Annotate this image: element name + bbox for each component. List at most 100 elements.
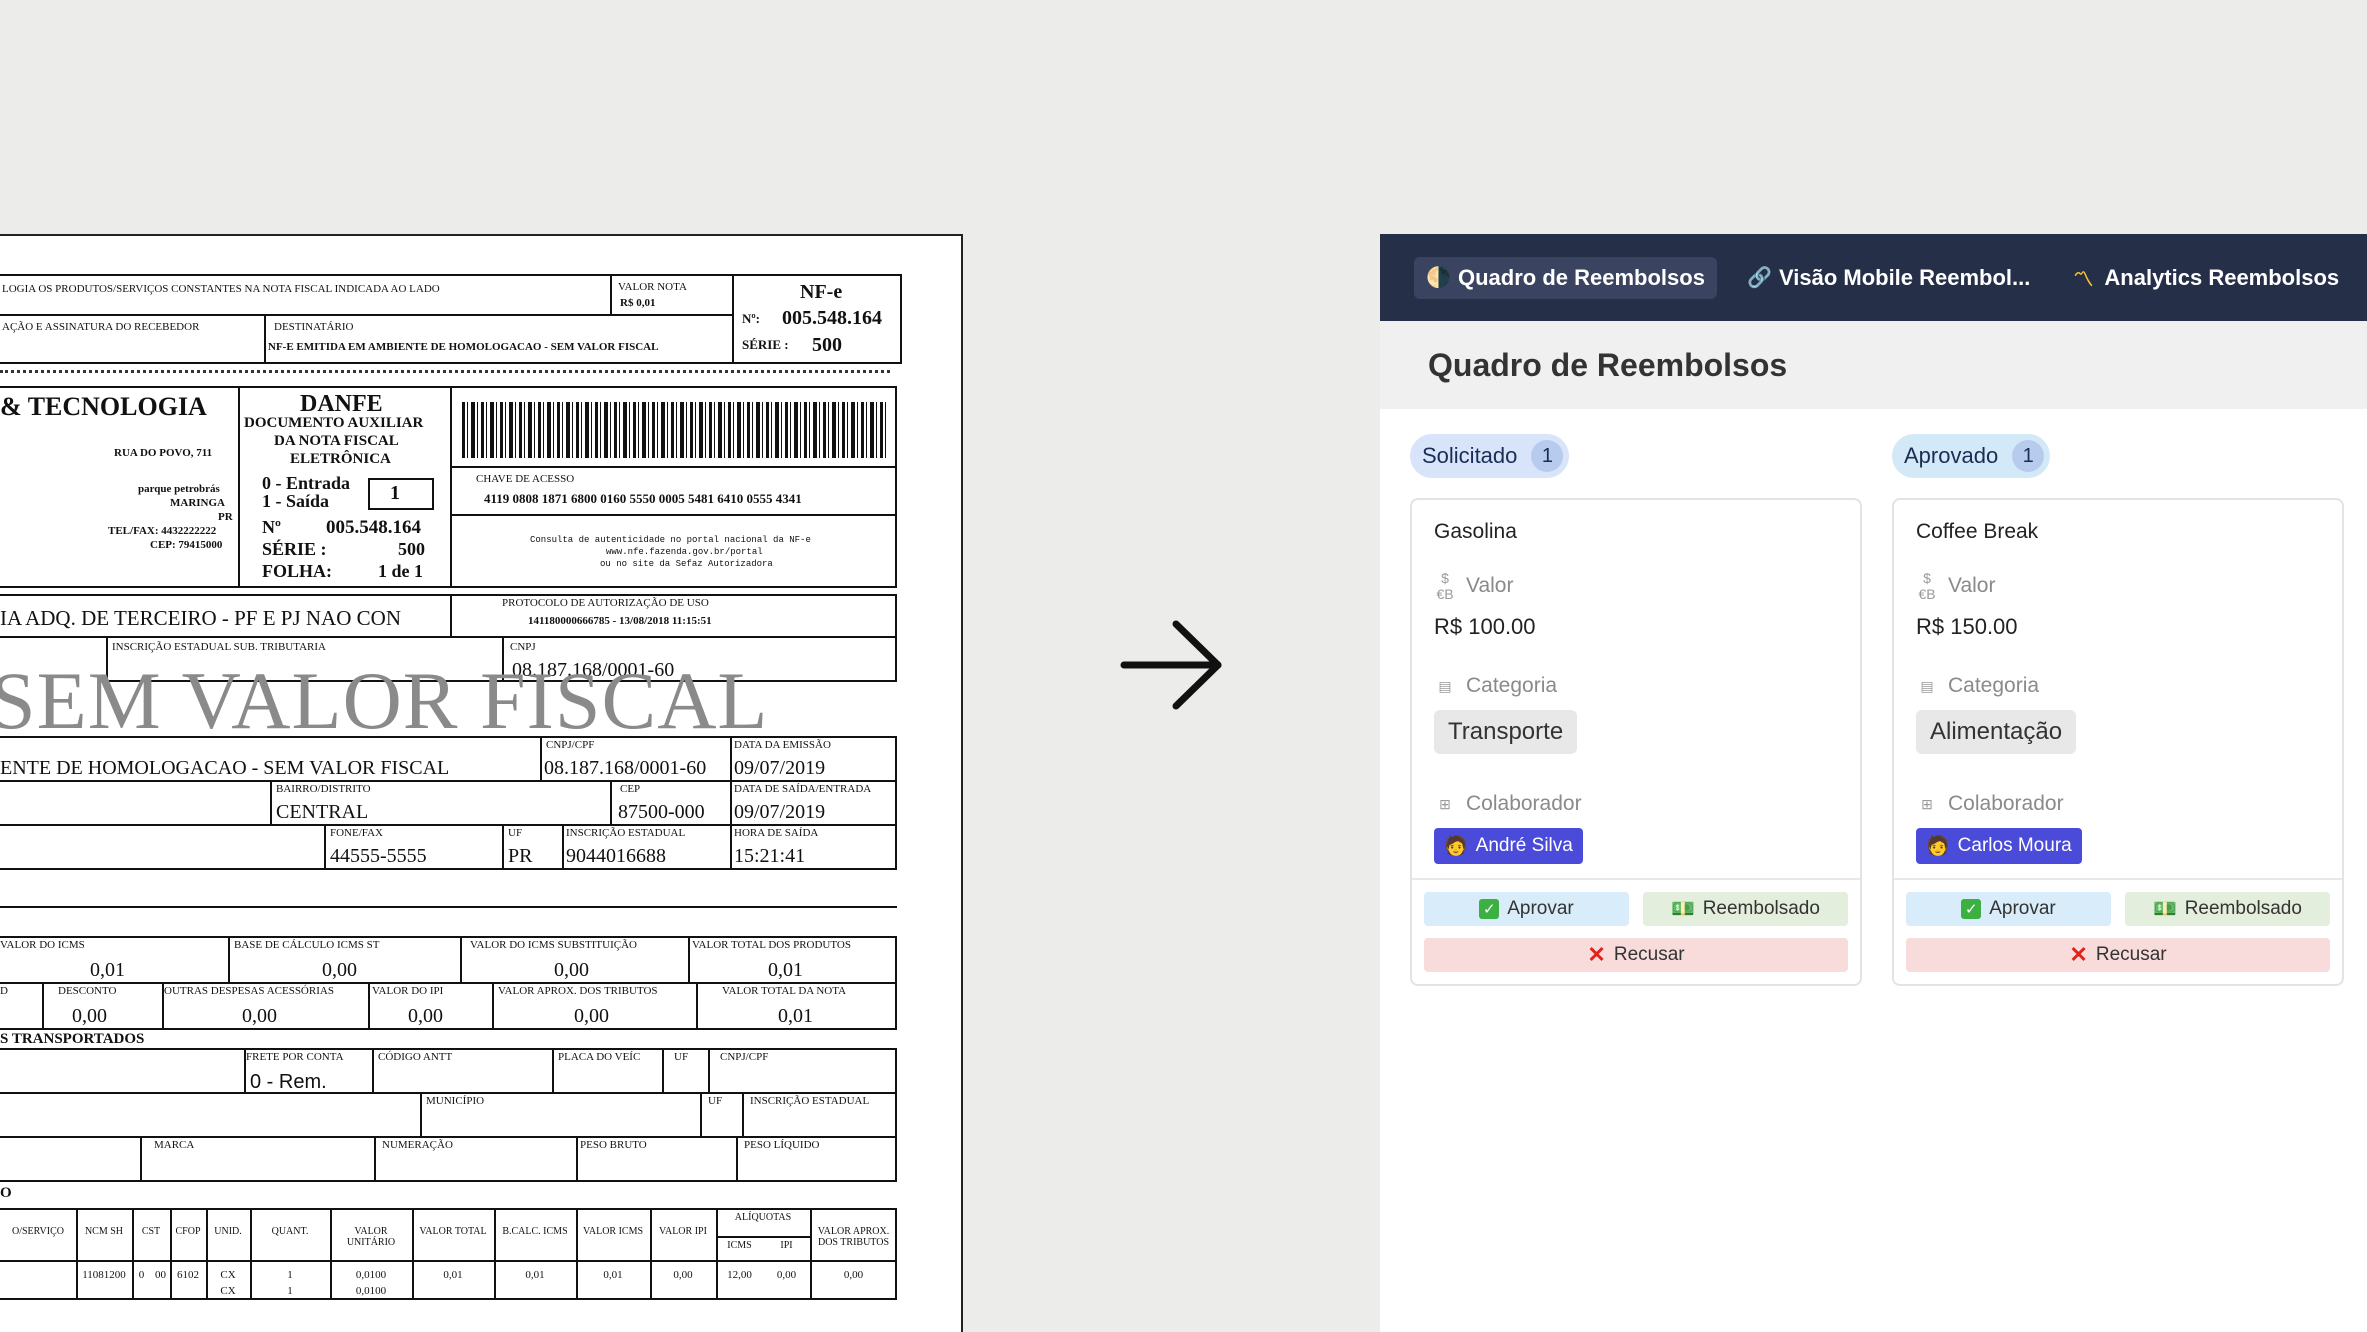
- card-actions: ✓ Aprovar 💵 Reembolsado ✕ Recusar: [1894, 878, 2342, 984]
- outras-value: 0,00: [242, 1005, 277, 1027]
- refunded-button[interactable]: 💵 Reembolsado: [2125, 892, 2330, 926]
- items-col-divider: [412, 1208, 414, 1300]
- items-col-divider: [576, 1208, 578, 1300]
- dest-uf-value: PR: [508, 845, 533, 867]
- money-icon: 💵: [2153, 899, 2177, 920]
- reject-button[interactable]: ✕ Recusar: [1424, 938, 1848, 972]
- total-prod-value: 0,01: [768, 959, 803, 981]
- category-tag[interactable]: Alimentação: [1916, 710, 2077, 754]
- danfe-saida: 1 - Saída: [262, 491, 330, 511]
- items-header-cell: B.CALC. ICMS: [502, 1226, 568, 1237]
- valor-nota-value: R$ 0,01: [620, 297, 656, 309]
- consulta-line3: ou no site da Sefaz Autorizadora: [600, 559, 773, 569]
- transp-name-box: [0, 1048, 246, 1094]
- nfe-serie-value: 500: [812, 334, 842, 356]
- person-chip[interactable]: 🧑 André Silva: [1434, 828, 1583, 864]
- items-col-divider: [132, 1208, 134, 1300]
- dest-cep-label: CEP: [620, 783, 641, 795]
- card-title: Coffee Break: [1916, 520, 2039, 543]
- valor-label: Valor: [1466, 574, 1514, 597]
- danfe-folha-label: FOLHA:: [262, 561, 332, 581]
- aprox-label: VALOR APROX. DOS TRIBUTOS: [498, 985, 658, 997]
- danfe-line2: DA NOTA FISCAL: [274, 433, 399, 449]
- card-gasolina[interactable]: Gasolina $€B Valor R$ 100.00 ▤ Categoria…: [1410, 498, 1862, 986]
- items-col-divider: [650, 1208, 652, 1300]
- tab-bar: 🌗 Quadro de Reembolsos 🔗 Visão Mobile Re…: [1380, 234, 2367, 321]
- status-group-aprovado[interactable]: Aprovado 1: [1892, 434, 2051, 478]
- tab-quadro-reembolsos[interactable]: 🌗 Quadro de Reembolsos: [1414, 256, 1717, 299]
- danfe-tipo: 1: [390, 482, 400, 504]
- aliquota-subheader: IPI: [763, 1236, 810, 1251]
- dest-hora-label: HORA DE SAÍDA: [734, 827, 819, 839]
- consulta-line1: Consulta de autenticidade no portal naci…: [530, 535, 811, 545]
- watermark: SEM VALOR FISCAL: [0, 655, 769, 746]
- items-cell: 0,00: [776, 1269, 797, 1281]
- reject-button[interactable]: ✕ Recusar: [1906, 938, 2330, 972]
- person-chip[interactable]: 🧑 Carlos Moura: [1916, 828, 2082, 864]
- base-st-label: BASE DE CÁLCULO ICMS ST: [234, 939, 380, 951]
- numeracao-label: NUMERAÇÃO: [382, 1139, 453, 1151]
- items-col-divider: [170, 1208, 172, 1300]
- check-icon: ✓: [1479, 899, 1500, 919]
- total-prod-label: VALOR TOTAL DOS PRODUTOS: [692, 939, 851, 951]
- items-header-cell: CFOP: [175, 1226, 201, 1237]
- status-group-solicitado[interactable]: Solicitado 1: [1410, 434, 1570, 478]
- page-header: Quadro de Reembolsos: [1380, 321, 2367, 409]
- tab-label: Quadro de Reembolsos: [1458, 264, 1705, 290]
- items-cell: 12,00: [727, 1269, 752, 1281]
- destinatario-value: NF-E EMITIDA EM AMBIENTE DE HOMOLOGACAO …: [268, 341, 659, 353]
- consulta-line2: www.nfe.fazenda.gov.br/portal: [606, 547, 763, 557]
- check-icon: ✓: [1961, 899, 1982, 919]
- approve-label: Aprovar: [1989, 898, 2056, 919]
- refunded-button[interactable]: 💵 Reembolsado: [1643, 892, 1848, 926]
- tab-analytics[interactable]: 〽 Analytics Reembolsos: [2060, 255, 2351, 300]
- destinatario-label: DESTINATÁRIO: [274, 321, 354, 333]
- valor-value: R$ 150.00: [1916, 614, 2018, 639]
- status-label: Solicitado: [1422, 443, 1518, 468]
- items-header-cell: VALOR ICMS: [582, 1226, 644, 1237]
- reject-label: Recusar: [1613, 944, 1685, 965]
- icms-st-label: VALOR DO ICMS SUBSTITUIÇÃO: [470, 939, 637, 951]
- items-header-cell: VALOR TOTAL: [419, 1226, 487, 1237]
- relation-icon: ⊞: [1439, 795, 1451, 812]
- category-tag[interactable]: Transporte: [1434, 710, 1578, 754]
- card-coffee-break[interactable]: Coffee Break $€B Valor R$ 150.00 ▤ Categ…: [1892, 498, 2344, 986]
- colaborador-label: Colaborador: [1948, 792, 2064, 815]
- frete-label: FRETE POR CONTA: [246, 1051, 344, 1063]
- emitente-district: parque petrobrás: [138, 483, 220, 495]
- divider: [0, 906, 897, 908]
- items-cell: 0,01: [525, 1269, 545, 1281]
- approve-button[interactable]: ✓ Aprovar: [1906, 892, 2111, 926]
- emitente-state: PR: [218, 511, 233, 523]
- nfe-no-value: 005.548.164: [782, 307, 882, 329]
- moon-icon: 🌗: [1426, 267, 1451, 289]
- chave-value: 4119 0808 1871 6800 0160 5550 0005 5481 …: [484, 491, 802, 506]
- items-header-cell: VALOR APROX. DOS TRIBUTOS: [817, 1226, 890, 1248]
- currency-icon: $€B: [1918, 570, 1936, 602]
- items-cell: 0,00: [843, 1269, 864, 1281]
- qtd-box: [0, 1136, 142, 1182]
- person-name: André Silva: [1475, 835, 1573, 856]
- total-nota-value: 0,01: [778, 1005, 813, 1027]
- antt-label: CÓDIGO ANTT: [378, 1051, 453, 1063]
- items-header-cell: VALOR UNITÁRIO: [346, 1226, 396, 1248]
- emitente-phone: TEL/FAX: 4432222222: [108, 525, 217, 537]
- natureza-value: IA ADQ. DE TERCEIRO - PF E PJ NAO CON: [0, 606, 401, 630]
- items-cell: 00: [155, 1269, 166, 1281]
- page-title: Quadro de Reembolsos: [1428, 346, 1788, 383]
- peso-liquido-label: PESO LÍQUIDO: [744, 1139, 820, 1151]
- items-header-cell: ALÍQUOTAS: [734, 1212, 792, 1223]
- items-col-divider: [494, 1208, 496, 1300]
- municipio-label: MUNICÍPIO: [426, 1095, 485, 1107]
- tab-visao-mobile[interactable]: 🔗 Visão Mobile Reembol...: [1735, 257, 2042, 299]
- dest-saida-value: 09/07/2019: [734, 801, 826, 823]
- emitente-city: MARINGA: [170, 497, 225, 509]
- danfe-serie-label: SÉRIE :: [262, 539, 327, 559]
- items-cell: 1: [287, 1285, 293, 1297]
- card-actions: ✓ Aprovar 💵 Reembolsado ✕ Recusar: [1412, 878, 1860, 984]
- approve-button[interactable]: ✓ Aprovar: [1424, 892, 1629, 926]
- column-solicitado: Solicitado 1 Gasolina $€B Valor R$ 100.0…: [1410, 434, 1862, 986]
- dest-bairro-label: BAIRRO/DISTRITO: [276, 783, 371, 795]
- items-header-cell: NCM SH: [84, 1226, 124, 1237]
- person-avatar-icon: 🧑: [1926, 836, 1950, 857]
